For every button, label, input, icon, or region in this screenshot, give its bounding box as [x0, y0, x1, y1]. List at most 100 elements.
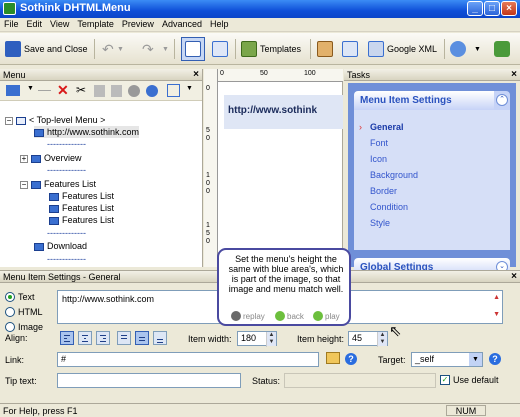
chevron-up-icon: ⌃ [496, 94, 508, 106]
target-help-icon[interactable]: ? [489, 353, 501, 365]
tree-item-features-list-child[interactable]: Features List [49, 202, 114, 214]
radio-text[interactable]: Text [5, 291, 35, 303]
magnifier-icon [450, 41, 466, 57]
google-xml-button[interactable]: Google XML [368, 37, 437, 61]
add-item-dropdown[interactable]: ▼ [27, 85, 34, 92]
copy-icon[interactable] [94, 85, 105, 97]
task-link-general[interactable]: General [370, 122, 404, 132]
tasks-pane-close-icon[interactable]: × [511, 69, 517, 81]
preview-button[interactable] [450, 37, 469, 61]
tree-item-top-level[interactable]: − < Top-level Menu > [5, 114, 105, 126]
scroll-down-icon[interactable]: ▼ [493, 311, 500, 318]
preview-dropdown[interactable]: ▼ [474, 37, 481, 61]
align-right-button[interactable] [96, 331, 110, 345]
tree-item-features-list[interactable]: − Features List [20, 178, 96, 190]
tip-text-field[interactable] [57, 373, 241, 388]
item-height-field[interactable]: 45 ▲ ▼ [348, 331, 388, 347]
item-width-field[interactable]: 180 ▲ ▼ [237, 331, 277, 347]
task-link-border[interactable]: Border [370, 186, 397, 196]
layout-view-button[interactable] [181, 37, 205, 61]
tree-item-sothink[interactable]: http://www.sothink.com [34, 126, 140, 138]
valign-bottom-button[interactable] [153, 331, 167, 345]
back-icon [275, 311, 285, 321]
tree-item-separator[interactable]: ------------- [34, 138, 86, 150]
task-link-condition[interactable]: Condition [370, 202, 408, 212]
checkmark-icon: ✓ [440, 375, 450, 385]
menu-view[interactable]: View [46, 18, 73, 29]
delete-icon[interactable]: ✕ [57, 82, 69, 99]
tree-item-separator[interactable]: ------------- [34, 164, 86, 176]
menu-pane-close-icon[interactable]: × [193, 69, 199, 81]
status-field[interactable] [284, 373, 436, 388]
current-arrow-icon: › [359, 122, 362, 132]
separator-icon[interactable]: — [38, 82, 51, 97]
title-bar: Sothink DHTMLMenu _ □ × [0, 0, 520, 18]
properties-icon[interactable] [167, 84, 180, 97]
align-center-button[interactable] [78, 331, 92, 345]
menu-help[interactable]: Help [206, 18, 233, 29]
cut-icon[interactable]: ✂ [76, 83, 86, 97]
item-height-stepper[interactable]: ▲ ▼ [377, 332, 387, 347]
target-select[interactable]: _self ▼ [411, 352, 483, 367]
task-link-icon[interactable]: Icon [370, 154, 387, 164]
task-links-panel: › General Font Icon Background Border Co… [354, 110, 510, 250]
tree-item-separator[interactable]: ------------- [34, 253, 86, 265]
link-help-icon[interactable]: ? [345, 353, 357, 365]
tasks-pane: Tasks × Menu Item Settings ⌃ › General F… [344, 69, 520, 277]
properties-dropdown[interactable]: ▼ [186, 85, 193, 92]
folder-icon[interactable] [326, 352, 340, 364]
publish-button[interactable] [317, 37, 336, 61]
task-link-style[interactable]: Style [370, 218, 390, 228]
close-button[interactable]: × [501, 1, 517, 16]
replay-icon [231, 311, 241, 321]
menu-pane-title: Menu × [0, 69, 202, 81]
menu-preview[interactable]: Preview [118, 18, 158, 29]
link-field[interactable]: # [57, 352, 319, 367]
chevron-down-icon[interactable]: ▼ [469, 353, 482, 366]
redo-button[interactable]: ↷ [142, 37, 154, 61]
add-item-icon[interactable] [6, 85, 20, 96]
html-code-button[interactable] [342, 37, 361, 61]
save-close-button[interactable]: Save and Close [5, 37, 88, 61]
tree-item-features-list-child[interactable]: Features List [49, 214, 114, 226]
refresh-button[interactable] [494, 37, 513, 61]
templates-button[interactable]: Templates [241, 37, 301, 61]
undo-button[interactable]: ↶ [102, 37, 114, 61]
settings-pane-close-icon[interactable]: × [511, 271, 517, 283]
undo-dropdown[interactable]: ▼ [117, 37, 124, 61]
minimize-button[interactable]: _ [467, 1, 483, 16]
replay-button[interactable]: replay [231, 311, 265, 321]
redo-dropdown[interactable]: ▼ [162, 37, 169, 61]
menu-item-settings-header[interactable]: Menu Item Settings [354, 91, 494, 110]
valign-top-button[interactable] [117, 331, 131, 345]
tree-item-overview[interactable]: + Overview [20, 152, 82, 164]
item-width-stepper[interactable]: ▲ ▼ [266, 332, 276, 347]
task-link-font[interactable]: Font [370, 138, 388, 148]
menu-template[interactable]: Template [73, 18, 118, 29]
link-label: Link: [5, 355, 25, 365]
move-up-icon[interactable] [128, 85, 140, 97]
valign-middle-button[interactable] [135, 331, 149, 345]
menu-advanced[interactable]: Advanced [158, 18, 206, 29]
scroll-up-icon[interactable]: ▲ [493, 294, 500, 301]
align-left-button[interactable] [60, 331, 74, 345]
back-button[interactable]: back [275, 311, 304, 321]
menu-edit[interactable]: Edit [23, 18, 47, 29]
paste-icon[interactable] [111, 85, 122, 97]
use-default-checkbox[interactable]: ✓ Use default [440, 375, 499, 385]
code-icon [342, 41, 358, 57]
edit-button[interactable] [212, 37, 231, 61]
maximize-button[interactable]: □ [484, 1, 500, 16]
tree-item-download[interactable]: Download [34, 240, 87, 252]
tree-item-separator[interactable]: ------------- [34, 227, 86, 239]
play-icon [313, 311, 323, 321]
preview-menu-item[interactable]: http://www.sothink [224, 95, 343, 129]
move-down-icon[interactable] [146, 85, 158, 97]
tree-item-features-list-child[interactable]: Features List [49, 190, 114, 202]
menu-file[interactable]: File [0, 18, 23, 29]
radio-html[interactable]: HTML [5, 306, 43, 318]
task-link-background[interactable]: Background [370, 170, 418, 180]
collapse-section-button[interactable]: ⌃ [494, 91, 510, 110]
play-button[interactable]: play [313, 311, 340, 321]
radio-image[interactable]: Image [5, 321, 43, 333]
